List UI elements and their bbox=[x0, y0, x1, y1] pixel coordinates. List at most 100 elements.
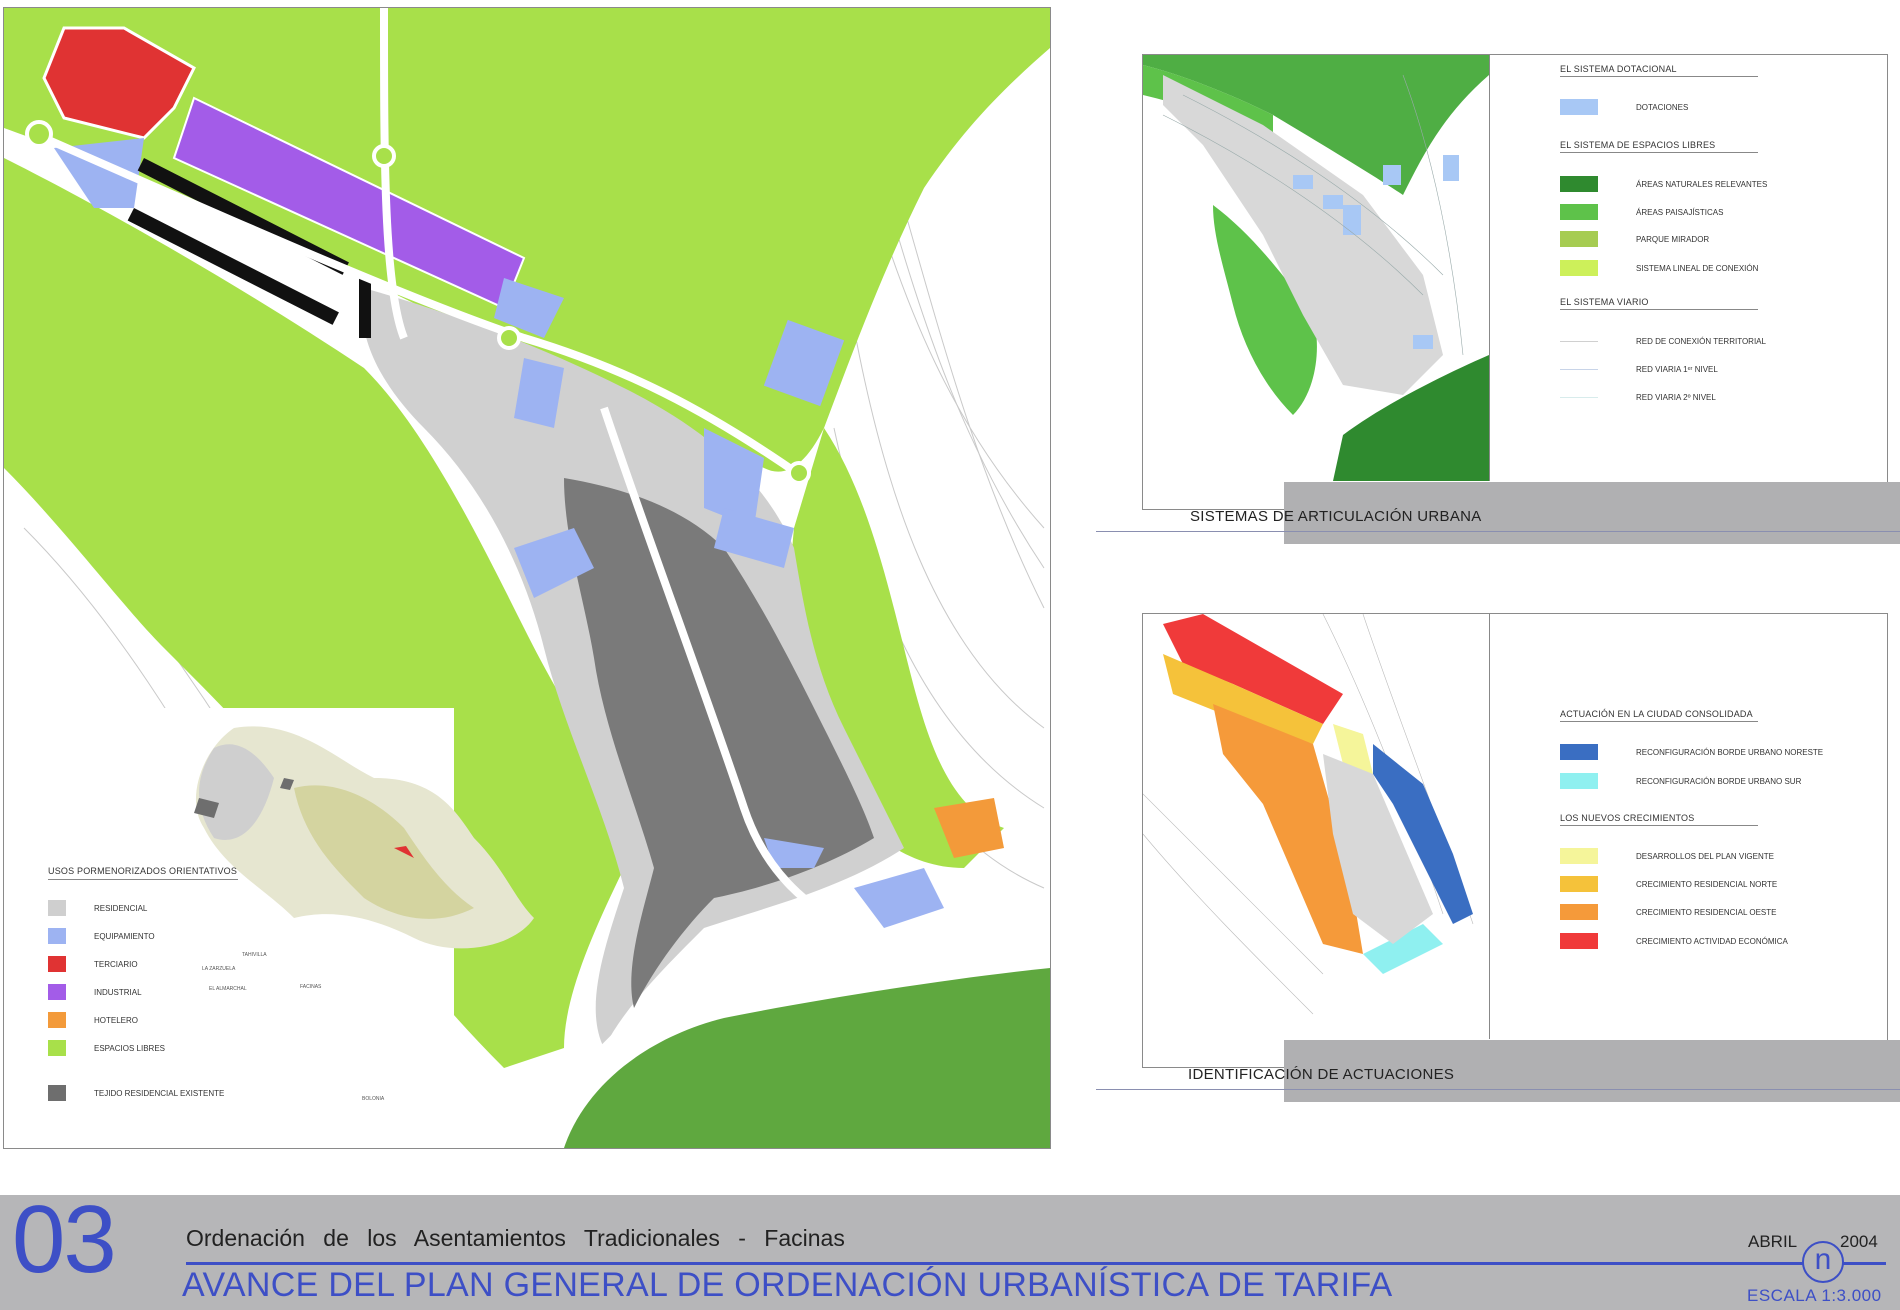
legend-item-hotelero: HOTELERO bbox=[48, 1012, 138, 1028]
main-map[interactable]: USOS PORMENORIZADOS ORIENTATIVOS RESIDEN… bbox=[3, 7, 1051, 1149]
legend-swatch bbox=[48, 1012, 66, 1028]
legend-line bbox=[1560, 340, 1598, 342]
legend-swatch bbox=[1560, 933, 1598, 949]
legend-swatch bbox=[1560, 231, 1598, 247]
legend-label: ESPACIOS LIBRES bbox=[94, 1043, 165, 1053]
panel-articulacion-title: SISTEMAS DE ARTICULACIÓN URBANA bbox=[1190, 508, 1482, 525]
legend-item-residencial: RESIDENCIAL bbox=[48, 900, 147, 916]
legend-label: DESARROLLOS DEL PLAN VIGENTE bbox=[1636, 851, 1774, 861]
legend-item-red-conexion: RED DE CONEXIÓN TERRITORIAL bbox=[1560, 333, 1766, 349]
north-arrow-icon: n bbox=[1802, 1241, 1844, 1283]
actuaciones-map-drawing bbox=[1143, 614, 1489, 1039]
legend-item-plan-vigente: DESARROLLOS DEL PLAN VIGENTE bbox=[1560, 848, 1774, 864]
legend-label: RESIDENCIAL bbox=[94, 903, 148, 913]
legend-item-parque-mirador: PARQUE MIRADOR bbox=[1560, 231, 1709, 247]
legend-rule bbox=[1560, 152, 1758, 153]
legend-label: RECONFIGURACIÓN BORDE URBANO NORESTE bbox=[1636, 747, 1824, 757]
legend-swatch bbox=[1560, 204, 1598, 220]
legend-swatch bbox=[1560, 848, 1598, 864]
legend-label: ÁREAS NATURALES RELEVANTES bbox=[1636, 179, 1768, 189]
legend-label: INDUSTRIAL bbox=[94, 987, 142, 997]
key-map-label-zarzuela: LA ZARZUELA bbox=[202, 966, 236, 972]
panel-actuaciones-map[interactable] bbox=[1143, 614, 1489, 1039]
legend-line bbox=[1560, 368, 1598, 370]
legend-label: TERCIARIO bbox=[94, 959, 138, 969]
legend-swatch bbox=[1560, 773, 1598, 789]
legend-swatch bbox=[1560, 876, 1598, 892]
legend-label: EQUIPAMIENTO bbox=[94, 931, 155, 941]
legend-item-tejido-residencial: TEJIDO RESIDENCIAL EXISTENTE bbox=[48, 1085, 224, 1101]
legend-swatch bbox=[1560, 904, 1598, 920]
articulacion-legend-divider bbox=[1489, 55, 1490, 481]
legend-item-industrial: INDUSTRIAL bbox=[48, 984, 142, 1000]
legend-item-areas-naturales: ÁREAS NATURALES RELEVANTES bbox=[1560, 176, 1767, 192]
legend-rule bbox=[1560, 309, 1758, 310]
legend-rule bbox=[1560, 76, 1758, 77]
legend-item-red-viaria-1: RED VIARIA 1ᵉʳ NIVEL bbox=[1560, 361, 1718, 377]
legend-label: DOTACIONES bbox=[1636, 102, 1689, 112]
panel-actuaciones-rule bbox=[1096, 1089, 1900, 1090]
legend-rule bbox=[48, 879, 238, 880]
key-map-label-tahivilla: TAHIVILLA bbox=[242, 952, 267, 958]
sheet-number: 03 bbox=[12, 1186, 117, 1293]
legend-title: USOS PORMENORIZADOS ORIENTATIVOS bbox=[48, 866, 238, 876]
legend-swatch bbox=[1560, 260, 1598, 276]
panel-articulacion-rule bbox=[1096, 531, 1900, 532]
legend-label: ÁREAS PAISAJÍSTICAS bbox=[1636, 207, 1724, 217]
legend-heading-dotacional: EL SISTEMA DOTACIONAL bbox=[1560, 64, 1677, 74]
legend-swatch bbox=[1560, 99, 1598, 115]
legend-label: RED VIARIA 1ᵉʳ NIVEL bbox=[1636, 364, 1718, 374]
legend-item-residencial-norte: CRECIMIENTO RESIDENCIAL NORTE bbox=[1560, 876, 1777, 892]
sheet-title: AVANCE DEL PLAN GENERAL DE ORDENACIÓN UR… bbox=[182, 1266, 1393, 1304]
legend-swatch bbox=[1560, 744, 1598, 760]
legend-heading-consolidada: ACTUACIÓN EN LA CIUDAD CONSOLIDADA bbox=[1560, 709, 1753, 719]
legend-swatch bbox=[48, 1085, 66, 1101]
legend-label: HOTELERO bbox=[94, 1015, 139, 1025]
legend-label: PARQUE MIRADOR bbox=[1636, 234, 1710, 244]
actuaciones-legend-divider bbox=[1489, 614, 1490, 1039]
legend-label: RED VIARIA 2º NIVEL bbox=[1636, 392, 1716, 402]
legend-item-residencial-oeste: CRECIMIENTO RESIDENCIAL OESTE bbox=[1560, 904, 1776, 920]
legend-swatch bbox=[48, 956, 66, 972]
legend-item-espacios-libres: ESPACIOS LIBRES bbox=[48, 1040, 165, 1056]
panel-articulacion-map[interactable] bbox=[1143, 55, 1489, 481]
legend-rule bbox=[1560, 721, 1758, 722]
legend-swatch bbox=[48, 900, 66, 916]
date-year: 2004 bbox=[1840, 1232, 1878, 1251]
legend-item-areas-paisajisticas: ÁREAS PAISAJÍSTICAS bbox=[1560, 204, 1723, 220]
panel-actuaciones-title: IDENTIFICACIÓN DE ACTUACIONES bbox=[1188, 1066, 1455, 1083]
legend-heading-espacios-libres: EL SISTEMA DE ESPACIOS LIBRES bbox=[1560, 140, 1716, 150]
legend-swatch bbox=[48, 984, 66, 1000]
articulacion-map-drawing bbox=[1143, 55, 1489, 481]
legend-item-borde-sur: RECONFIGURACIÓN BORDE URBANO SUR bbox=[1560, 773, 1801, 789]
legend-item-dotaciones: DOTACIONES bbox=[1560, 99, 1688, 115]
date-month: ABRIL bbox=[1748, 1232, 1798, 1251]
main-map-drawing bbox=[4, 8, 1050, 1148]
legend-label: CRECIMIENTO ACTIVIDAD ECONÓMICA bbox=[1636, 936, 1788, 946]
legend-label: TEJIDO RESIDENCIAL EXISTENTE bbox=[94, 1088, 225, 1098]
legend-label: SISTEMA LINEAL DE CONEXIÓN bbox=[1636, 263, 1759, 273]
legend-swatch bbox=[48, 928, 66, 944]
legend-label: RECONFIGURACIÓN BORDE URBANO SUR bbox=[1636, 776, 1802, 786]
legend-label: CRECIMIENTO RESIDENCIAL OESTE bbox=[1636, 907, 1777, 917]
legend-line bbox=[1560, 396, 1598, 398]
legend-heading-viario: EL SISTEMA VIARIO bbox=[1560, 297, 1649, 307]
scale-label: ESCALA 1:3.000 bbox=[1747, 1286, 1882, 1305]
legend-rule bbox=[1560, 825, 1758, 826]
title-rule bbox=[186, 1262, 1886, 1265]
legend-item-equipamiento: EQUIPAMIENTO bbox=[48, 928, 155, 944]
key-map-label-facinas: FACINAS bbox=[300, 984, 322, 990]
legend-item-borde-noreste: RECONFIGURACIÓN BORDE URBANO NORESTE bbox=[1560, 744, 1823, 760]
legend-item-actividad-economica: CRECIMIENTO ACTIVIDAD ECONÓMICA bbox=[1560, 933, 1788, 949]
legend-item-sistema-lineal: SISTEMA LINEAL DE CONEXIÓN bbox=[1560, 260, 1758, 276]
legend-label: RED DE CONEXIÓN TERRITORIAL bbox=[1636, 336, 1766, 346]
key-map-label-almarchal: EL ALMARCHAL bbox=[209, 986, 247, 992]
legend-swatch bbox=[1560, 176, 1598, 192]
legend-item-red-viaria-2: RED VIARIA 2º NIVEL bbox=[1560, 389, 1716, 405]
sheet-subtitle: Ordenación de los Asentamientos Tradicio… bbox=[186, 1225, 845, 1251]
key-map-label-bolonia: BOLONIA bbox=[362, 1096, 385, 1102]
legend-heading-nuevos-crecimientos: LOS NUEVOS CRECIMIENTOS bbox=[1560, 813, 1695, 823]
legend-label: CRECIMIENTO RESIDENCIAL NORTE bbox=[1636, 879, 1778, 889]
legend-swatch bbox=[48, 1040, 66, 1056]
legend-item-terciario: TERCIARIO bbox=[48, 956, 138, 972]
